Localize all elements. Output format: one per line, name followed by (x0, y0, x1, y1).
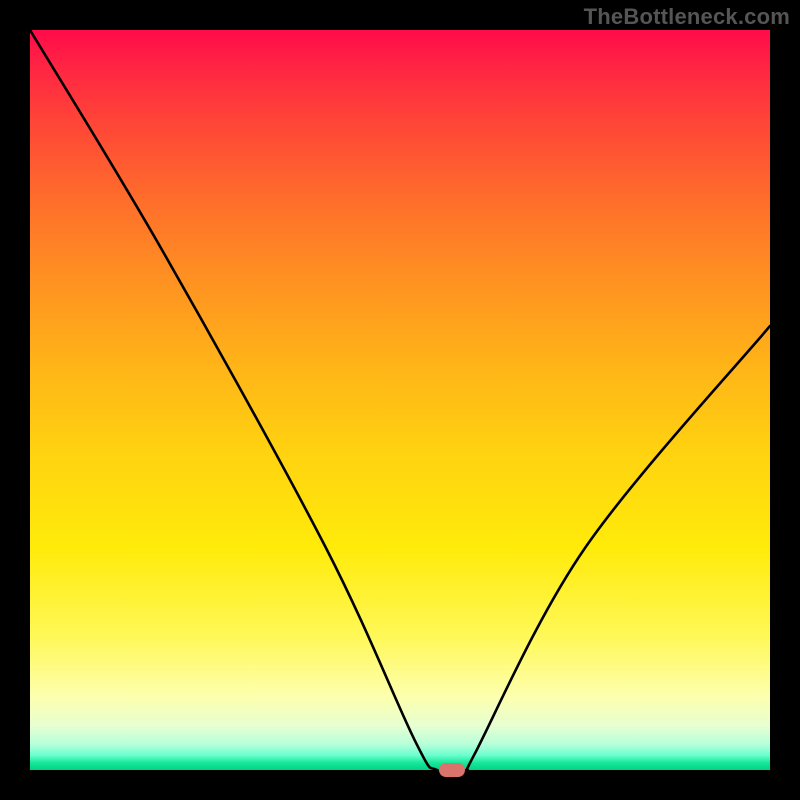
optimum-marker (439, 763, 465, 777)
watermark-text: TheBottleneck.com (584, 4, 790, 30)
bottleneck-curve (30, 30, 770, 770)
plot-area (30, 30, 770, 770)
chart-frame: TheBottleneck.com (0, 0, 800, 800)
curve-path (30, 30, 770, 770)
